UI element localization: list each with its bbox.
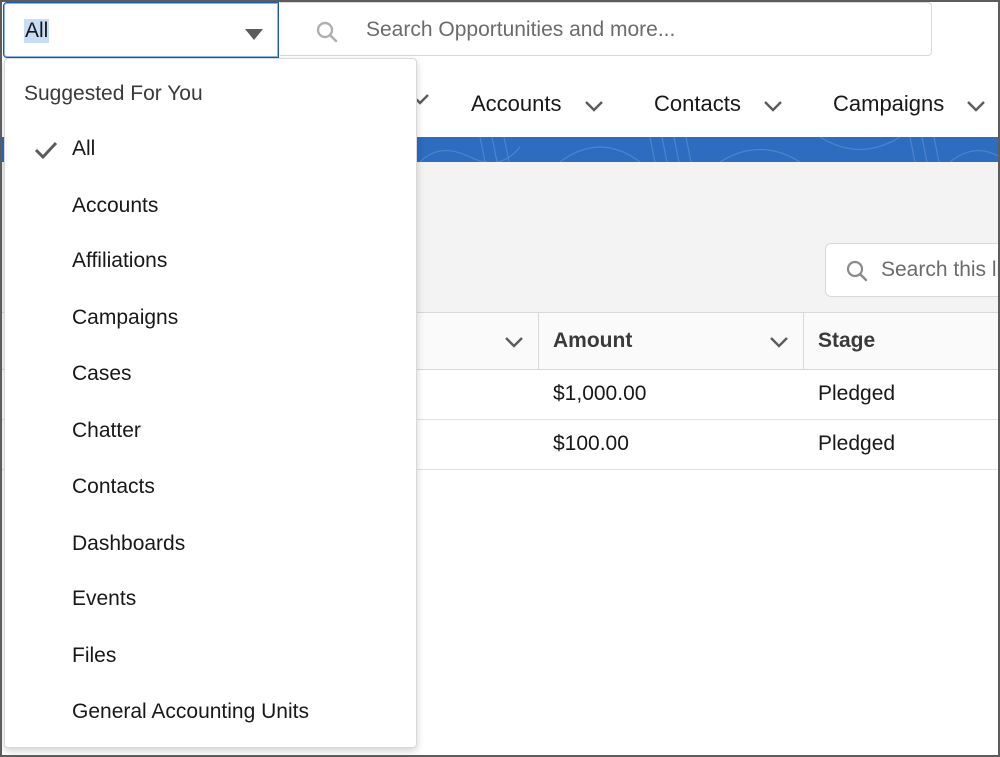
dropdown-item-label: Accounts xyxy=(72,194,159,217)
dropdown-item-label: Cases xyxy=(72,362,132,385)
dropdown-item-affiliations[interactable]: Affiliations xyxy=(5,240,416,284)
dropdown-item-contacts[interactable]: Contacts xyxy=(5,466,416,510)
chevron-down-icon[interactable] xyxy=(966,92,986,118)
search-scope-value: All xyxy=(24,19,50,43)
search-icon xyxy=(316,21,338,48)
chevron-down-icon[interactable] xyxy=(763,92,783,118)
global-search-input[interactable] xyxy=(366,13,906,47)
caret-down-icon xyxy=(245,29,263,40)
cell-stage: Pledged xyxy=(818,382,896,405)
dropdown-item-dashboards[interactable]: Dashboards xyxy=(5,523,416,567)
dropdown-item-files[interactable]: Files xyxy=(5,635,416,679)
dropdown-item-events[interactable]: Events xyxy=(5,578,416,622)
cell-stage: Pledged xyxy=(818,432,896,455)
dropdown-item-label: General Accounting Units xyxy=(72,700,309,723)
check-icon xyxy=(33,140,59,165)
column-header-stage[interactable]: Stage xyxy=(804,313,1000,369)
chevron-down-icon[interactable] xyxy=(769,335,789,353)
list-search xyxy=(825,243,1000,297)
nav-item-campaigns[interactable]: Campaigns xyxy=(833,90,986,118)
search-icon xyxy=(846,260,868,287)
dropdown-item-label: Events xyxy=(72,587,137,610)
dropdown-item-accounts[interactable]: Accounts xyxy=(5,185,416,229)
dropdown-item-label: Campaigns xyxy=(72,306,179,329)
dropdown-item-label: Files xyxy=(72,644,117,667)
cell-amount: $100.00 xyxy=(553,432,629,455)
dropdown-item-campaigns[interactable]: Campaigns xyxy=(5,297,416,341)
nav-item-label: Accounts xyxy=(471,91,562,116)
column-header-label: Stage xyxy=(818,329,876,352)
nav-item-label: Campaigns xyxy=(833,91,945,116)
chevron-down-icon[interactable] xyxy=(504,335,524,353)
global-search xyxy=(280,2,932,56)
dropdown-item-label: Affiliations xyxy=(72,249,168,272)
search-scope-dropdown: Suggested For You All Accounts Affiliati… xyxy=(4,58,417,748)
list-search-input[interactable] xyxy=(881,254,1000,286)
nav-item-label: Contacts xyxy=(654,91,741,116)
chevron-down-icon[interactable] xyxy=(584,92,604,118)
dropdown-item-general-accounting-units[interactable]: General Accounting Units xyxy=(5,691,416,735)
nav-item-accounts[interactable]: Accounts xyxy=(471,90,604,118)
dropdown-item-label: Dashboards xyxy=(72,532,186,555)
dropdown-item-label: Contacts xyxy=(72,475,155,498)
column-header-label: Amount xyxy=(553,329,633,352)
dropdown-item-cases[interactable]: Cases xyxy=(5,353,416,397)
nav-item-contacts[interactable]: Contacts xyxy=(654,90,783,118)
dropdown-item-all[interactable]: All xyxy=(5,128,416,172)
dropdown-heading: Suggested For You xyxy=(24,82,203,105)
dropdown-item-label: Chatter xyxy=(72,419,141,442)
search-scope-select[interactable]: All xyxy=(3,2,279,58)
cell-amount: $1,000.00 xyxy=(553,382,647,405)
dropdown-item-chatter[interactable]: Chatter xyxy=(5,410,416,454)
column-header-amount[interactable]: Amount xyxy=(539,313,804,369)
dropdown-item-label: All xyxy=(72,137,96,160)
